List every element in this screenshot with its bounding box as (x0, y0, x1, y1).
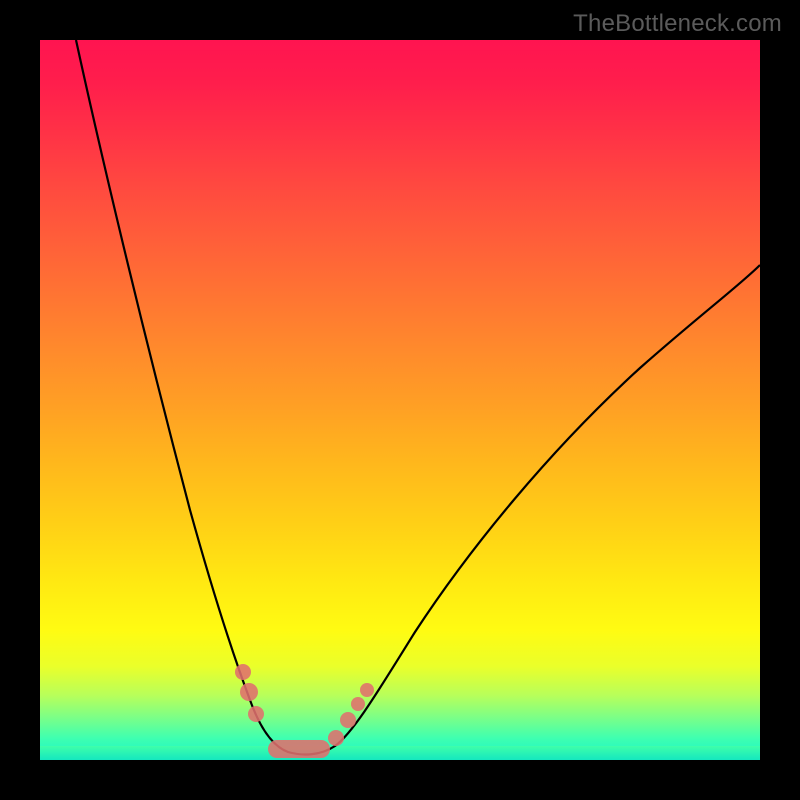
marker-right-3 (351, 697, 365, 711)
marker-right-2 (340, 712, 356, 728)
marker-left-1 (235, 664, 251, 680)
marker-right-4 (360, 683, 374, 697)
marker-right-1 (328, 730, 344, 746)
watermark-label: TheBottleneck.com (573, 10, 782, 38)
marker-left-2 (240, 683, 258, 701)
bottleneck-curve (76, 40, 760, 754)
plot-svg (40, 40, 760, 760)
marker-left-3 (248, 706, 264, 722)
chart-frame: TheBottleneck.com (0, 0, 800, 800)
plot-area (40, 40, 760, 760)
marker-floor (268, 740, 330, 758)
